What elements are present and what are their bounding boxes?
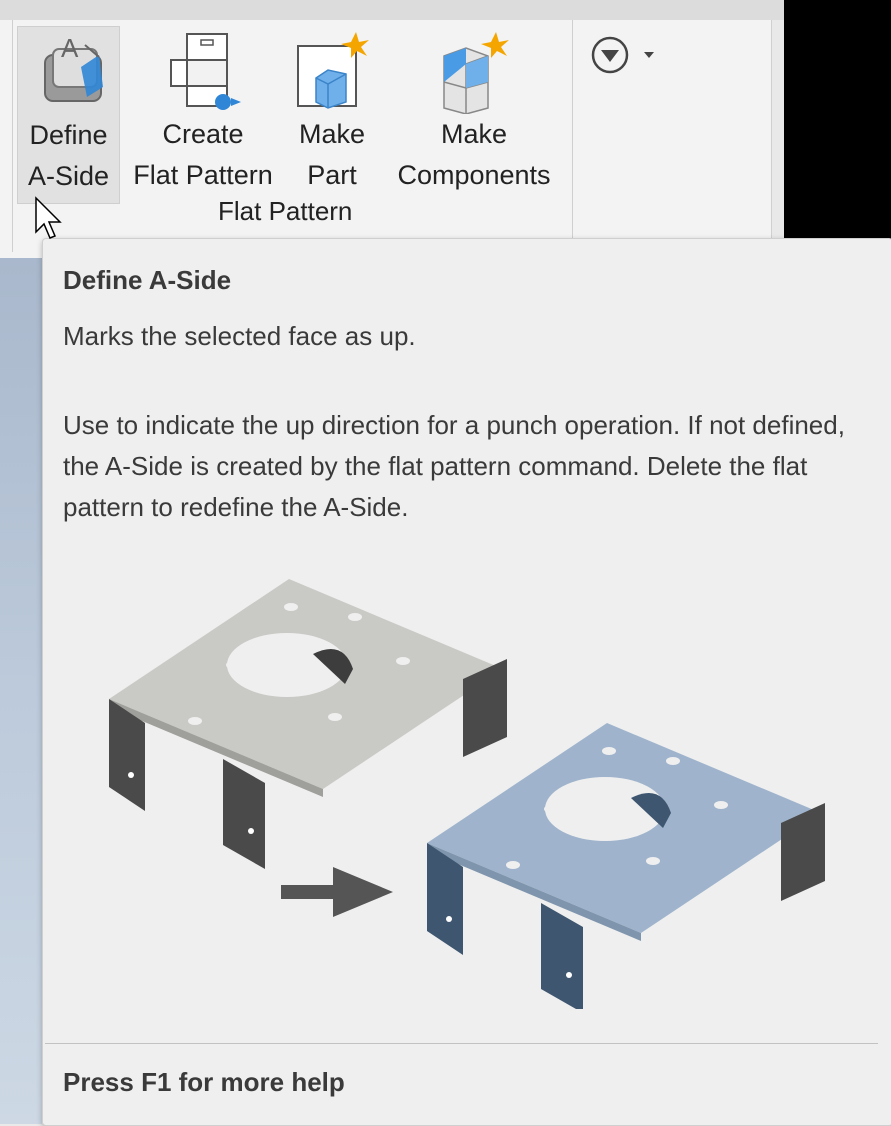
create-flat-pattern-label-2: Flat Pattern — [133, 160, 273, 190]
make-part-icon — [297, 32, 369, 109]
create-flat-pattern-button[interactable]: Create Flat Pattern — [126, 26, 280, 196]
blue-part-image — [427, 723, 825, 1009]
ribbon-divider — [12, 20, 13, 252]
make-components-icon — [443, 32, 509, 114]
panel-title-flat-pattern: Flat Pattern — [218, 196, 353, 226]
window-background — [784, 0, 891, 240]
ribbon-overflow-button[interactable] — [588, 32, 660, 78]
create-flat-pattern-icon — [170, 33, 241, 110]
make-components-button[interactable]: Make Components — [384, 26, 564, 196]
gray-part-image — [109, 579, 507, 869]
tooltip-separator — [45, 1043, 878, 1044]
define-a-side-label-2: A-Side — [27, 161, 110, 191]
define-a-side-icon: A — [43, 33, 103, 102]
create-flat-pattern-label-1: Create — [162, 119, 244, 149]
circle-down-arrow-icon — [591, 36, 654, 74]
mouse-cursor-icon — [35, 196, 62, 239]
define-a-side-label-1: Define — [29, 120, 108, 150]
define-a-side-button[interactable]: A Define A-Side — [17, 26, 120, 204]
right-arrow-icon — [281, 867, 393, 917]
tooltip-illustration — [109, 579, 825, 1009]
tooltip-define-a-side: Define A-Side Marks the selected face as… — [42, 238, 891, 1126]
title-strip — [0, 0, 891, 20]
make-part-label-2: Part — [307, 160, 357, 190]
make-components-label-2: Components — [397, 160, 551, 190]
tooltip-help-hint: Press F1 for more help — [63, 1067, 345, 1097]
svg-text:A: A — [61, 33, 79, 63]
graphics-viewport — [0, 258, 42, 1124]
panel-divider — [572, 20, 573, 240]
tooltip-title: Define A-Side — [63, 265, 232, 295]
make-part-button[interactable]: Make Part — [287, 26, 377, 196]
make-components-label-1: Make — [440, 119, 508, 149]
tooltip-detail: Use to indicate the up direction for a p… — [63, 410, 845, 522]
tooltip-description: Marks the selected face as up. — [63, 321, 416, 351]
make-part-label-1: Make — [298, 119, 366, 149]
